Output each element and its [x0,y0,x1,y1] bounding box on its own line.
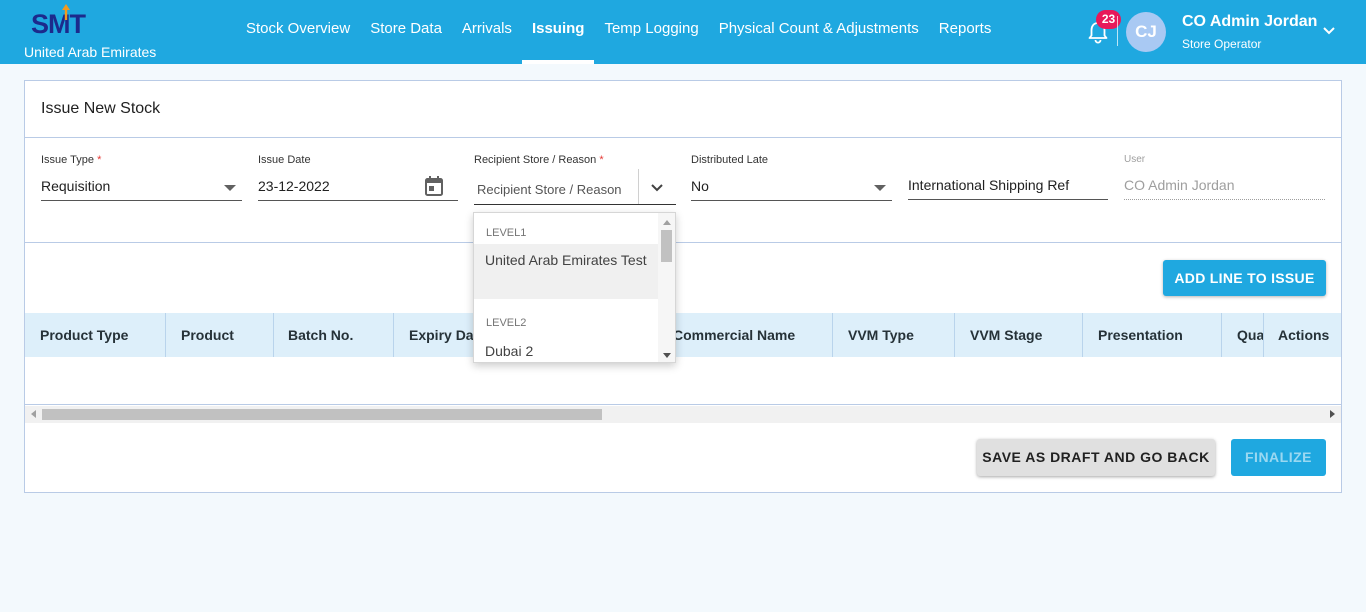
distributed-late-select[interactable]: Distributed Late No [691,154,892,204]
user-field-label: User [1124,154,1146,165]
nav-stock-overview[interactable]: Stock Overview [236,0,360,64]
scroll-down-icon[interactable] [663,353,671,358]
finalize-button[interactable]: FINALIZE [1231,439,1326,476]
dropdown-option[interactable]: United Arab Emirates Test [474,244,658,299]
column-divider [1221,313,1222,357]
shipping-ref-value: International Shipping Ref [908,177,1070,193]
shipping-ref-field[interactable]: International Shipping Ref [908,154,1108,204]
nav-physical-count[interactable]: Physical Count & Adjustments [709,0,929,64]
scroll-left-icon[interactable] [31,410,36,418]
scroll-right-icon[interactable] [1330,410,1335,418]
distributed-late-label: Distributed Late [691,154,769,166]
user-role: Store Operator [1182,37,1262,51]
recipient-underline [474,204,676,205]
distributed-late-underline [691,200,892,201]
dropdown-option[interactable]: Dubai 2 [474,341,658,362]
column-header-vvm-stage[interactable]: VVM Stage [970,313,1080,357]
issue-date-label: Issue Date [258,154,311,166]
calendar-icon[interactable] [424,175,444,197]
title-divider [25,137,1341,138]
nav-store-data[interactable]: Store Data [360,0,452,64]
scrollbar-thumb[interactable] [661,230,672,262]
smt-logo[interactable]: SMT [31,4,103,42]
nav-reports[interactable]: Reports [929,0,1002,64]
recipient-placeholder: Recipient Store / Reason [477,182,622,197]
column-header-quantity[interactable]: Quantity [1237,313,1263,357]
column-header-commercial-name[interactable]: Commercial Name [673,313,831,357]
page-title: Issue New Stock [41,100,161,117]
issue-type-label: Issue Type * [41,154,102,166]
column-divider [165,313,166,357]
chevron-down-icon[interactable] [650,183,664,193]
top-app-bar: SMT United Arab Emirates Stock Overview … [0,0,1366,64]
user-field: User CO Admin Jordan [1124,154,1325,204]
scrollbar-thumb[interactable] [42,409,602,420]
issue-date-field[interactable]: Issue Date 23-12-2022 [258,154,458,204]
recipient-dropdown-menu: LEVEL1 United Arab Emirates Test LEVEL2 … [473,212,676,363]
column-divider [1263,313,1264,357]
logo-text: SMT [31,9,86,39]
user-field-value: CO Admin Jordan [1124,177,1235,193]
column-divider [832,313,833,357]
header-divider [1117,16,1118,46]
nav-arrivals[interactable]: Arrivals [452,0,522,64]
chevron-down-icon[interactable] [1322,26,1336,36]
avatar[interactable]: CJ [1126,12,1166,52]
dropdown-vertical-scrollbar[interactable] [658,213,675,362]
form-divider [25,242,1341,243]
nav-issuing[interactable]: Issuing [521,0,595,64]
issue-lines-table-header: Product Type Product Batch No. Expiry Da… [25,313,1341,357]
distributed-late-value: No [691,178,709,194]
issue-date-value: 23-12-2022 [258,178,330,194]
column-header-presentation[interactable]: Presentation [1098,313,1220,357]
scroll-up-icon[interactable] [663,220,671,225]
shipping-ref-underline [908,199,1108,200]
main-nav: Stock Overview Store Data Arrivals Issui… [236,0,1001,64]
recipient-separator [638,169,639,205]
issue-date-underline [258,200,458,201]
user-name[interactable]: CO Admin Jordan [1182,13,1317,31]
recipient-store-select[interactable]: Recipient Store / Reason * Recipient Sto… [474,154,676,206]
column-header-vvm-type[interactable]: VVM Type [848,313,953,357]
country-name: United Arab Emirates [24,44,157,60]
nav-temp-logging[interactable]: Temp Logging [594,0,708,64]
column-divider [954,313,955,357]
caret-down-icon [224,185,236,191]
issue-lines-table-body [25,357,1341,405]
column-header-product[interactable]: Product [181,313,273,357]
column-header-batch-no[interactable]: Batch No. [288,313,388,357]
column-divider [1082,313,1083,357]
table-horizontal-scrollbar[interactable] [25,406,1341,423]
user-field-underline [1124,199,1325,200]
logo-arrow-icon [62,4,70,20]
save-draft-button[interactable]: SAVE AS DRAFT AND GO BACK [977,439,1215,476]
issue-type-select[interactable]: Issue Type * Requisition [41,154,242,204]
dropdown-group-label: LEVEL1 [486,227,527,239]
column-divider [393,313,394,357]
column-header-product-type[interactable]: Product Type [40,313,165,357]
issue-stock-card: Issue New Stock Issue Type * Requisition… [24,80,1342,493]
column-header-actions[interactable]: Actions [1278,313,1340,357]
column-divider [273,313,274,357]
caret-down-icon [874,185,886,191]
issue-type-underline [41,200,242,201]
dropdown-group-label: LEVEL2 [486,317,527,329]
recipient-label: Recipient Store / Reason * [474,154,604,166]
issue-type-value: Requisition [41,178,111,194]
add-line-button[interactable]: ADD LINE TO ISSUE [1163,260,1326,296]
